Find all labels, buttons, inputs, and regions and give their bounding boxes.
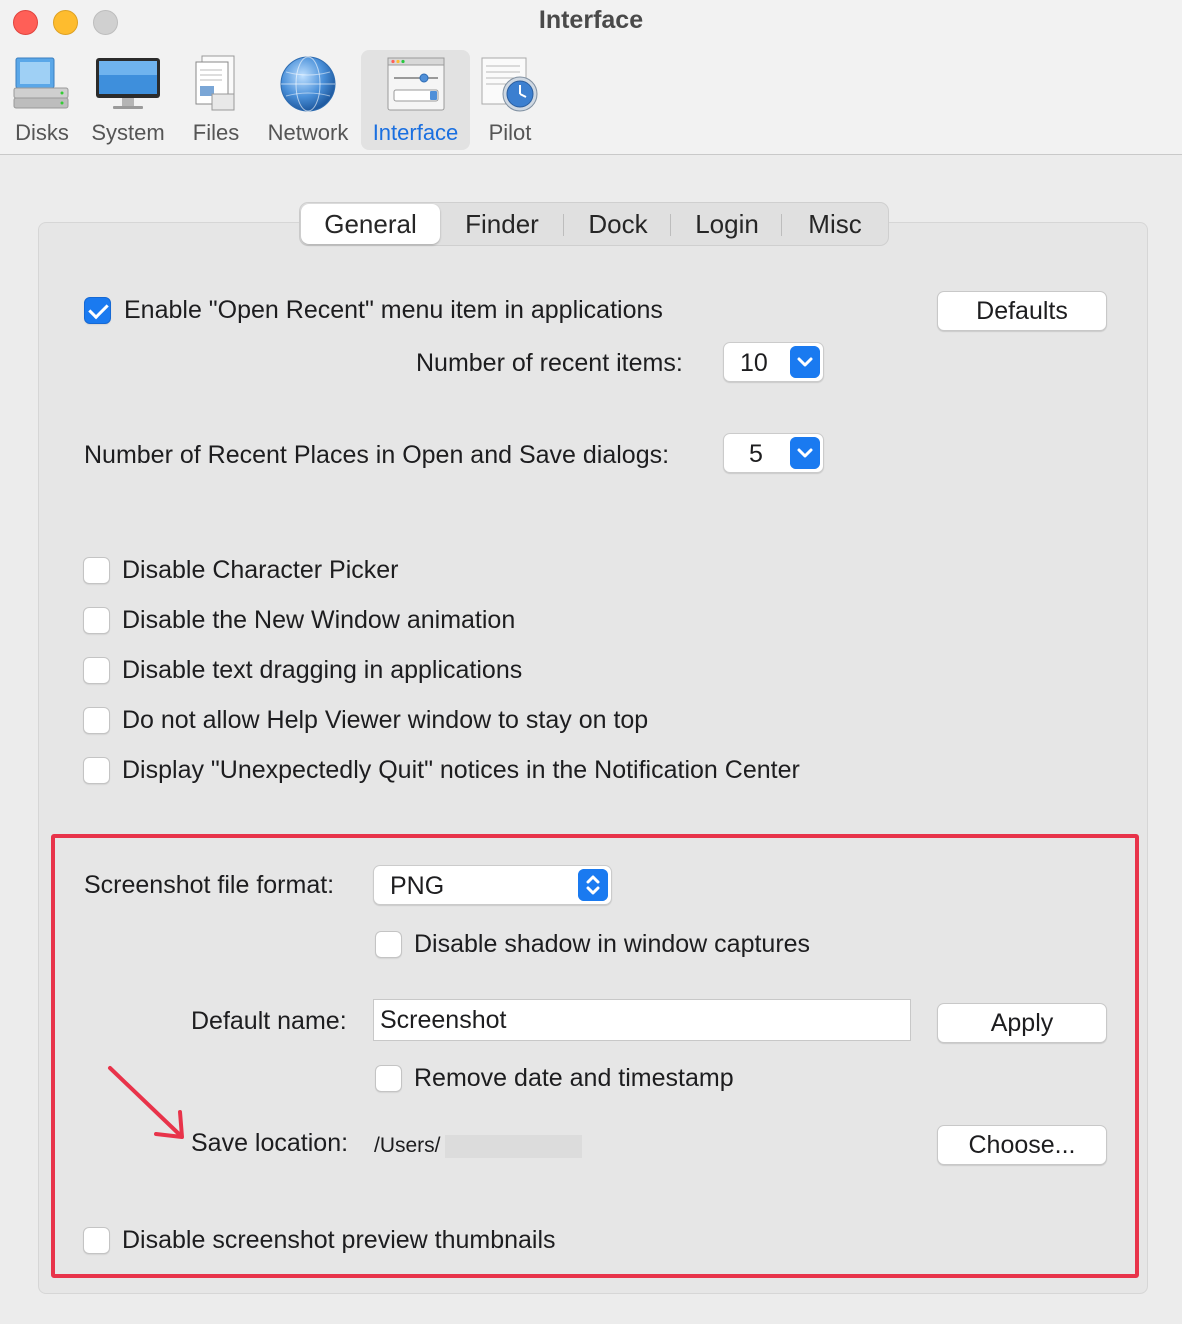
pilot-clock-icon xyxy=(481,57,538,112)
tab-bar: General Finder Dock Login Misc xyxy=(299,202,889,246)
tab-separator xyxy=(781,214,782,236)
toolbar-item-interface[interactable]: Interface xyxy=(361,50,470,150)
toolbar-item-disks[interactable]: Disks xyxy=(8,50,76,150)
interface-icon xyxy=(387,57,444,111)
disable-text-dragging-label: Disable text dragging in applications xyxy=(122,656,523,684)
toolbar-label-disks: Disks xyxy=(15,120,69,145)
defaults-button[interactable]: Defaults xyxy=(937,291,1107,331)
window-title: Interface xyxy=(538,6,644,34)
recent-items-value: 10 xyxy=(740,349,768,377)
tab-finder[interactable]: Finder xyxy=(446,203,558,245)
open-recent-label: Enable "Open Recent" menu item in applic… xyxy=(124,296,663,324)
toolbar-item-pilot[interactable]: Pilot xyxy=(478,50,542,150)
tab-separator xyxy=(670,214,671,236)
toolbar-label-interface: Interface xyxy=(372,120,459,145)
toolbar-label-files: Files xyxy=(192,120,240,145)
chevron-down-icon xyxy=(790,437,820,469)
recent-places-value: 5 xyxy=(749,440,763,468)
recent-items-label: Number of recent items: xyxy=(416,349,683,377)
recent-places-select[interactable]: 5 xyxy=(723,433,824,473)
tab-login[interactable]: Login xyxy=(674,203,780,245)
disable-text-dragging-checkbox[interactable] xyxy=(83,657,110,684)
unexpectedly-quit-notices-label: Display "Unexpectedly Quit" notices in t… xyxy=(122,756,800,784)
recent-items-select[interactable]: 10 xyxy=(723,342,824,382)
system-monitor-icon xyxy=(96,58,160,109)
disks-icon xyxy=(13,57,69,109)
annotation-arrow-icon xyxy=(108,1066,184,1139)
open-recent-checkbox[interactable] xyxy=(84,297,111,324)
toolbar-label-network: Network xyxy=(267,120,349,145)
help-viewer-on-top-checkbox[interactable] xyxy=(83,707,110,734)
help-viewer-on-top-label: Do not allow Help Viewer window to stay … xyxy=(122,706,649,734)
disable-new-window-animation-label: Disable the New Window animation xyxy=(122,606,516,634)
chevron-down-icon xyxy=(790,346,820,378)
toolbar-item-files[interactable]: Files xyxy=(184,50,248,150)
tab-dock[interactable]: Dock xyxy=(568,203,668,245)
unexpectedly-quit-notices-checkbox[interactable] xyxy=(83,757,110,784)
window-toolbar: Interface Disks System Files Network Int… xyxy=(0,0,1182,155)
recent-places-label: Number of Recent Places in Open and Save… xyxy=(84,441,670,469)
toolbar-item-network[interactable]: Network xyxy=(262,50,354,150)
tab-separator xyxy=(563,214,564,236)
annotation-highlight-box xyxy=(51,834,1139,1278)
toolbar-item-system[interactable]: System xyxy=(86,50,170,150)
files-icon xyxy=(195,55,235,111)
tab-misc[interactable]: Misc xyxy=(784,203,886,245)
toolbar-label-system: System xyxy=(91,120,165,145)
network-globe-icon xyxy=(280,56,336,112)
toolbar-label-pilot: Pilot xyxy=(488,120,532,145)
disable-new-window-animation-checkbox[interactable] xyxy=(83,607,110,634)
disable-character-picker-label: Disable Character Picker xyxy=(122,556,399,584)
disable-character-picker-checkbox[interactable] xyxy=(83,557,110,584)
tab-general[interactable]: General xyxy=(301,204,440,244)
